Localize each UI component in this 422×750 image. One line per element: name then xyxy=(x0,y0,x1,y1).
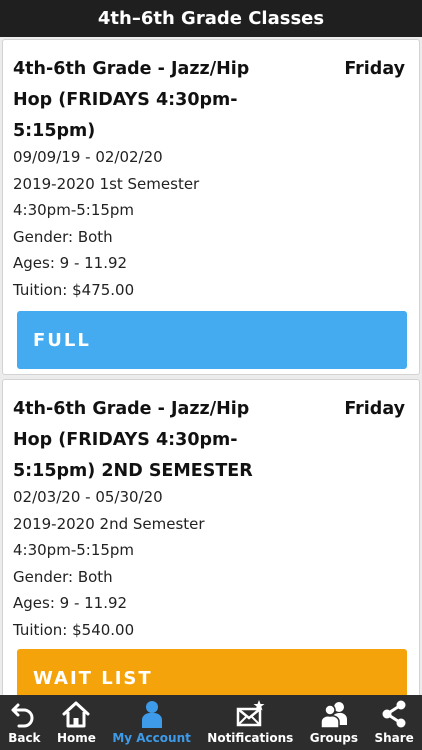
class-tuition: Tuition: $475.00 xyxy=(13,281,135,299)
class-title-line: 4th-6th Grade - Jazz/Hip xyxy=(13,399,250,419)
full-status-button[interactable]: FULL xyxy=(17,311,407,369)
person-icon xyxy=(141,701,162,728)
page-title: 4th–6th Grade Classes xyxy=(97,8,325,29)
class-day: Friday xyxy=(344,59,405,79)
group-icon xyxy=(320,702,347,729)
class-time: 4:30pm-5:15pm xyxy=(13,541,135,559)
tab-label: Notifications xyxy=(207,731,294,745)
class-session: 2019-2020 1st Semester xyxy=(13,175,200,193)
class-time: 4:30pm-5:15pm xyxy=(13,201,135,219)
class-title: 4th-6th Grade - Jazz/Hip Hop (FRIDAYS 4:… xyxy=(13,54,313,147)
class-title-line: Hop (FRIDAYS 4:30pm- xyxy=(13,430,238,450)
class-day: Friday xyxy=(344,399,405,419)
class-title-line: 5:15pm) xyxy=(13,121,96,141)
home-icon xyxy=(62,701,90,728)
class-dates: 02/03/20 - 05/30/20 xyxy=(13,488,163,506)
class-ages: Ages: 9 - 11.92 xyxy=(13,594,128,612)
tab-label: Groups xyxy=(309,731,359,745)
tab-home[interactable]: Home xyxy=(49,695,104,750)
class-card[interactable]: 4th-6th Grade - Jazz/Hip Hop (FRIDAYS 4:… xyxy=(2,379,420,695)
class-card[interactable]: 4th-6th Grade - Jazz/Hip Hop (FRIDAYS 4:… xyxy=(2,39,420,375)
tab-groups[interactable]: Groups xyxy=(302,695,367,750)
tab-label: Home xyxy=(56,731,96,745)
back-arrow-icon xyxy=(11,703,34,728)
tab-label: Share xyxy=(374,731,414,745)
class-gender: Gender: Both xyxy=(13,228,113,246)
class-tuition: Tuition: $540.00 xyxy=(13,621,135,639)
tab-label: My Account xyxy=(112,731,191,745)
title-bar: 4th–6th Grade Classes xyxy=(0,0,422,37)
tab-my-account[interactable]: My Account xyxy=(104,695,199,750)
status-label: FULL xyxy=(33,329,91,351)
class-session: 2019-2020 2nd Semester xyxy=(13,515,205,533)
class-gender: Gender: Both xyxy=(13,568,113,586)
tab-share[interactable]: Share xyxy=(366,695,422,750)
tab-notifications[interactable]: Notifications xyxy=(199,695,301,750)
bottom-tab-bar: Back Home My Account Notifications Group… xyxy=(0,695,422,750)
tab-back[interactable]: Back xyxy=(0,695,49,750)
class-title-line: 4th-6th Grade - Jazz/Hip xyxy=(13,59,250,79)
share-icon xyxy=(382,700,406,728)
class-ages: Ages: 9 - 11.92 xyxy=(13,254,128,272)
wait-list-button[interactable]: WAIT LIST xyxy=(17,649,407,695)
status-label: WAIT LIST xyxy=(33,667,153,689)
class-title: 4th-6th Grade - Jazz/Hip Hop (FRIDAYS 4:… xyxy=(13,394,313,487)
class-title-line: Hop (FRIDAYS 4:30pm- xyxy=(13,90,238,110)
envelope-star-icon xyxy=(237,700,265,727)
class-list[interactable]: 4th-6th Grade - Jazz/Hip Hop (FRIDAYS 4:… xyxy=(0,37,422,695)
class-dates: 09/09/19 - 02/02/20 xyxy=(13,148,163,166)
tab-label: Back xyxy=(8,731,41,745)
class-title-line: 5:15pm) 2ND SEMESTER xyxy=(13,461,253,481)
